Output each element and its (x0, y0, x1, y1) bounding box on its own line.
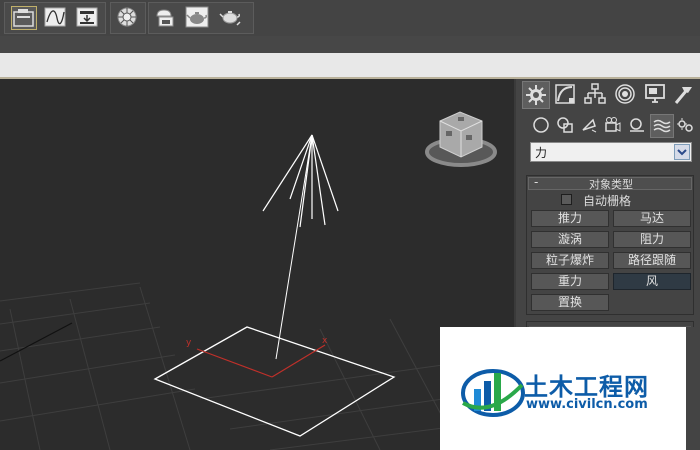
cameras-subtab-icon (605, 117, 621, 132)
push-button[interactable]: 推力 (531, 210, 609, 227)
material-editor-icon (117, 7, 137, 27)
scene-explorer-button[interactable] (11, 6, 37, 30)
shapes-subtab-icon (557, 117, 573, 133)
motion-tab-icon (615, 84, 635, 104)
helpers-subtab[interactable] (626, 114, 648, 136)
motor-button[interactable]: 马达 (613, 210, 691, 227)
modify-tab[interactable] (552, 81, 578, 107)
utilities-tab-icon (674, 87, 692, 104)
pbomb-button[interactable]: 粒子爆炸 (531, 252, 609, 269)
gizmo-axis-x-label: x (322, 336, 328, 346)
toolbar-group-scene (4, 2, 106, 34)
systems-subtab-icon (677, 118, 693, 132)
motion-tab[interactable] (612, 81, 638, 107)
lights-subtab[interactable] (578, 114, 600, 136)
space-warps-subtab[interactable] (650, 114, 674, 138)
curve-editor-icon (44, 7, 66, 27)
gizmo-axis-y-label: y (186, 338, 192, 348)
ribbon-strip (0, 36, 700, 53)
gizmo-axis-y-line (196, 348, 273, 378)
perspective-viewport[interactable]: y x (0, 79, 514, 450)
toolbar-group-material (110, 2, 146, 34)
modify-tab-icon (555, 84, 575, 104)
drag-button[interactable]: 阻力 (613, 231, 691, 248)
render-frame-button[interactable] (153, 6, 177, 28)
viewport-scene: y x (0, 111, 514, 450)
geometry-subtab-icon (533, 117, 549, 133)
hierarchy-tab-icon (584, 83, 606, 104)
rollout-title: 对象类型 (589, 178, 633, 191)
viewport-label-bar (0, 53, 700, 79)
render-teapot-icon (185, 6, 209, 28)
autogrid-checkbox[interactable] (561, 194, 572, 205)
lights-subtab-icon (582, 118, 597, 133)
shapes-subtab[interactable] (554, 114, 576, 136)
material-editor-button[interactable] (115, 6, 139, 28)
viewcube[interactable] (425, 111, 497, 167)
main-toolbar (0, 0, 700, 36)
object-type-rollout-header[interactable]: - 对象类型 (528, 175, 692, 191)
create-tab-icon (526, 85, 546, 105)
panel-scroll-edge (686, 327, 700, 450)
watermark-url: www.civilcn.com (526, 397, 648, 412)
curve-editor-button[interactable] (43, 6, 67, 28)
geometry-subtab[interactable] (530, 114, 552, 136)
display-tab[interactable] (642, 81, 668, 107)
gizmo-axis-x-line (271, 344, 326, 378)
render-production-icon (219, 11, 241, 26)
render-setup-button[interactable] (75, 6, 99, 28)
vortex-button[interactable]: 漩涡 (531, 231, 609, 248)
create-tab[interactable] (522, 81, 550, 109)
hierarchy-tab[interactable] (582, 81, 608, 107)
wind-arrow-head (262, 134, 339, 228)
space-warps-subtab-icon (653, 119, 671, 133)
gravity-button[interactable]: 重力 (531, 273, 609, 290)
wind-button[interactable]: 风 (613, 273, 691, 290)
scene-explorer-icon (13, 9, 34, 27)
chevron-down-icon[interactable] (674, 144, 690, 160)
watermark-logo (461, 369, 525, 417)
render-frame-icon (156, 9, 174, 27)
category-dropdown-value: 力 (535, 146, 548, 160)
systems-subtab[interactable] (674, 114, 696, 136)
displace-button[interactable]: 置换 (531, 294, 609, 311)
render-setup-icon (76, 7, 98, 27)
cameras-subtab[interactable] (602, 114, 624, 136)
path-follow-button[interactable]: 路径跟随 (613, 252, 691, 269)
home-grid (0, 282, 514, 450)
toolbar-group-render (148, 2, 254, 34)
object-type-rollout: - 对象类型 自动栅格 推力 马达 漩涡 阻力 粒子爆炸 路径跟随 重力 风 置… (526, 175, 694, 315)
autogrid-label: 自动栅格 (583, 194, 632, 208)
display-tab-icon (645, 84, 665, 103)
wind-direction-arrow (275, 134, 313, 360)
watermark: 土木工程网 www.civilcn.com (440, 327, 686, 450)
category-dropdown[interactable]: 力 (530, 142, 692, 162)
helpers-subtab-icon (630, 118, 644, 132)
render-teapot-button[interactable] (185, 6, 209, 28)
render-production-button[interactable] (219, 6, 243, 28)
utilities-tab[interactable] (670, 81, 696, 107)
